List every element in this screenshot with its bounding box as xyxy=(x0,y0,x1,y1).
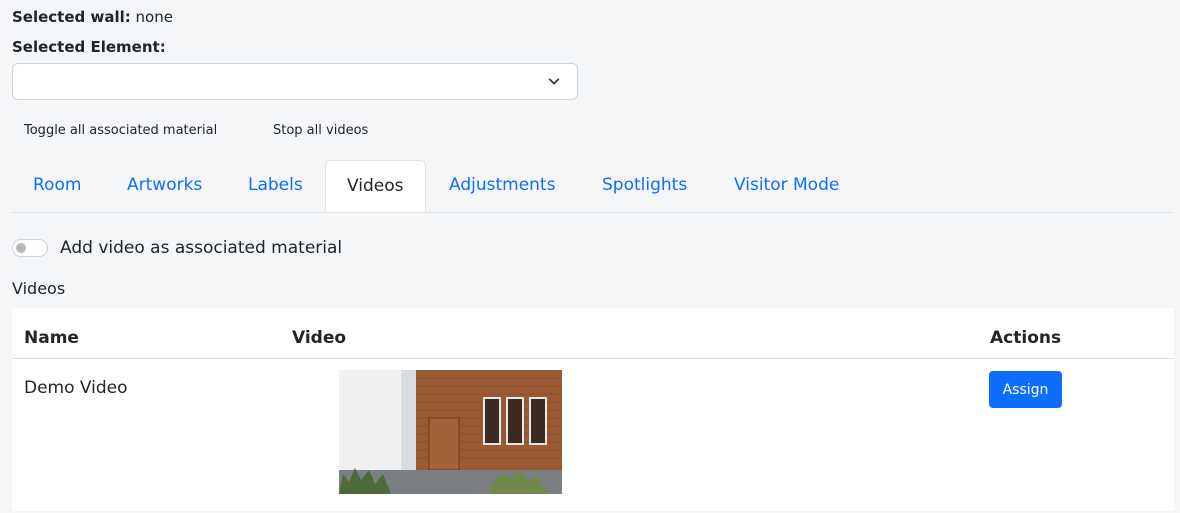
associated-material-switch-label: Add video as associated material xyxy=(60,238,343,258)
selected-wall-value: none xyxy=(135,8,173,26)
videos-section-title: Videos xyxy=(12,279,66,298)
videos-table: Name Video Actions Demo Video Assign xyxy=(12,308,1174,511)
switch-knob xyxy=(16,243,26,253)
tab-bar: Room Artworks Labels Videos Adjustments … xyxy=(12,160,1172,213)
column-header-name: Name xyxy=(24,328,79,348)
tab-artworks[interactable]: Artworks xyxy=(106,160,223,211)
assign-button[interactable]: Assign xyxy=(989,371,1062,408)
selected-element-line: Selected Element: xyxy=(12,37,166,57)
tab-spotlights[interactable]: Spotlights xyxy=(581,160,708,211)
stop-all-videos-button[interactable]: Stop all videos xyxy=(273,122,368,140)
associated-material-switch[interactable] xyxy=(12,239,48,257)
video-thumbnail-house-icon[interactable] xyxy=(339,370,562,494)
selected-element-label: Selected Element: xyxy=(12,38,166,56)
column-header-video: Video xyxy=(292,328,347,348)
page: Selected wall: none Selected Element: To… xyxy=(0,0,1180,513)
table-header-divider xyxy=(12,358,1174,359)
tab-videos[interactable]: Videos xyxy=(325,160,426,212)
toggle-all-material-button[interactable]: Toggle all associated material xyxy=(24,122,217,140)
tab-room[interactable]: Room xyxy=(12,160,102,211)
tab-adjustments[interactable]: Adjustments xyxy=(428,160,576,211)
column-header-actions: Actions xyxy=(990,328,1062,348)
chevron-down-icon xyxy=(548,78,560,85)
selected-wall-label: Selected wall: xyxy=(12,8,131,26)
tab-visitor-mode[interactable]: Visitor Mode xyxy=(713,160,860,211)
tab-labels[interactable]: Labels xyxy=(227,160,324,211)
video-name-cell: Demo Video xyxy=(24,378,128,398)
associated-material-switch-row: Add video as associated material xyxy=(12,236,342,260)
selected-element-select[interactable] xyxy=(12,63,578,100)
selected-wall-line: Selected wall: none xyxy=(12,7,173,27)
